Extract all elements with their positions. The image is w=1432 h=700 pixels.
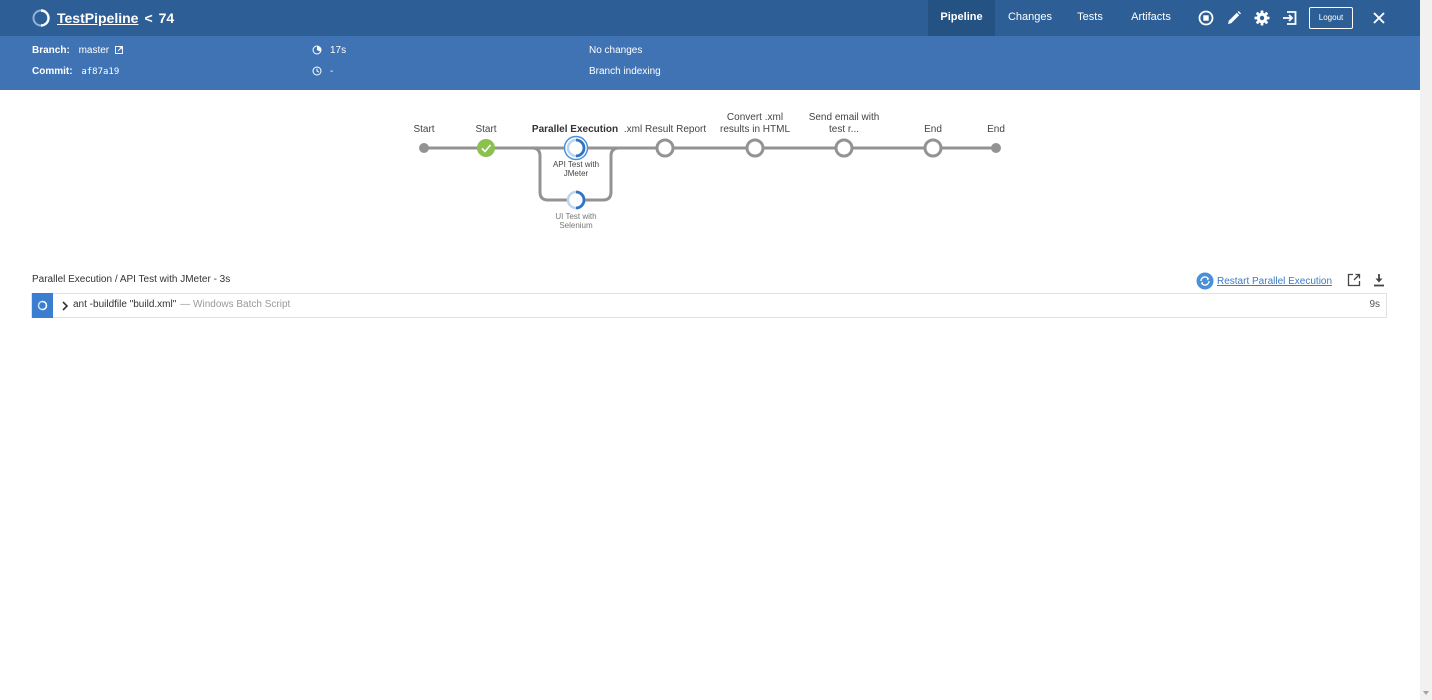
breadcrumb: TestPipeline < 74 — [32, 0, 174, 36]
stage-label-email-line1: Send email with — [808, 112, 880, 123]
top-bar: TestPipeline < 74 Pipeline Changes Tests… — [0, 0, 1420, 36]
run-info-bar: Branch: master Commit: af87a19 17s - No … — [0, 36, 1420, 90]
time-info: - — [312, 66, 333, 77]
branch-value-link[interactable]: master — [79, 45, 110, 56]
restart-stage-button[interactable]: Restart Parallel Execution — [1196, 272, 1332, 290]
page-scrollbar[interactable] — [1420, 0, 1432, 700]
scroll-down-arrow-icon[interactable] — [1422, 690, 1430, 696]
step-status-indicator — [32, 293, 53, 318]
stage-label-send-email[interactable]: Send email with test r... — [809, 112, 880, 136]
clock-icon — [312, 66, 322, 76]
stage-label-convert-line2: results in HTML — [719, 124, 791, 135]
stage-label-xml-report[interactable]: .xml Result Report — [624, 124, 706, 136]
run-number: 74 — [158, 10, 175, 26]
time-ago-value: - — [330, 66, 334, 77]
duration-value: 17s — [330, 45, 347, 56]
logout-button[interactable]: Logout — [1309, 7, 1353, 29]
stage-node-convert-html[interactable] — [745, 138, 765, 158]
chevron-right-icon[interactable] — [61, 301, 69, 311]
running-status-icon — [32, 9, 50, 27]
step-log-title: Parallel Execution / API Test with JMete… — [32, 274, 231, 285]
stage-node-final-end[interactable] — [991, 143, 1001, 153]
branch-label-ui-test[interactable]: UI Test with Selenium — [541, 212, 611, 230]
commit-value-link[interactable]: af87a19 — [81, 67, 119, 77]
stage-node-end[interactable] — [923, 138, 943, 158]
stop-icon[interactable] — [1197, 9, 1215, 27]
duration-info: 17s — [312, 45, 346, 56]
changes-info: No changes — [589, 45, 643, 56]
branch-label-ui-line2: Selenium — [559, 221, 593, 230]
stage-label-final-end: End — [987, 124, 1005, 135]
stage-label-convert-line1: Convert .xml — [726, 112, 784, 123]
duration-icon — [312, 45, 322, 55]
branch-info: Branch: master — [32, 45, 123, 56]
stage-node-api-test-running[interactable] — [563, 135, 589, 161]
stage-label-parallel-execution[interactable]: Parallel Execution — [532, 124, 618, 136]
tab-artifacts[interactable]: Artifacts — [1124, 0, 1178, 36]
exit-icon[interactable] — [1281, 9, 1299, 27]
branch-label: Branch: — [32, 45, 70, 56]
step-duration: 9s — [1369, 299, 1380, 310]
commit-label: Commit: — [32, 66, 73, 77]
step-text: ant -buildfile "build.xml" — Windows Batc… — [73, 299, 290, 310]
pipeline-graph: Start Start Parallel Execution .xml Resu… — [0, 90, 1420, 260]
step-command: ant -buildfile "build.xml" — [73, 299, 177, 310]
stage-node-send-email[interactable] — [834, 138, 854, 158]
stage-node-xml-report[interactable] — [655, 138, 675, 158]
commit-info: Commit: af87a19 — [32, 66, 119, 77]
stage-label-start-2[interactable]: Start — [475, 124, 496, 136]
stage-node-success[interactable] — [477, 139, 495, 157]
pipeline-graph-canvas — [419, 135, 1001, 210]
edit-icon[interactable] — [1225, 9, 1243, 27]
gear-icon[interactable] — [1253, 9, 1271, 27]
open-log-external-icon[interactable] — [1347, 273, 1361, 287]
close-icon[interactable] — [1370, 9, 1388, 27]
restart-icon — [1196, 272, 1214, 290]
branch-label-api-line2: JMeter — [563, 169, 589, 178]
step-description: — Windows Batch Script — [180, 299, 291, 310]
tab-pipeline[interactable]: Pipeline — [928, 0, 995, 36]
external-link-icon[interactable] — [114, 46, 123, 54]
branch-label-ui-line1: UI Test with — [555, 212, 597, 221]
tab-tests[interactable]: Tests — [1068, 0, 1112, 36]
running-step-icon — [37, 300, 48, 311]
breadcrumb-separator: < — [144, 10, 153, 26]
stage-label-convert-html[interactable]: Convert .xml results in HTML — [720, 112, 790, 136]
step-row[interactable]: ant -buildfile "build.xml" — Windows Batc… — [31, 293, 1387, 318]
stage-node-start[interactable] — [419, 143, 429, 153]
cause-info: Branch indexing — [589, 66, 661, 77]
stage-label-end[interactable]: End — [924, 124, 942, 136]
pipeline-name-link[interactable]: TestPipeline — [57, 10, 138, 26]
stage-node-ui-test-running[interactable] — [566, 190, 586, 210]
branch-label-api-test[interactable]: API Test with JMeter — [541, 160, 611, 178]
download-icon[interactable] — [1372, 273, 1386, 287]
stage-label-start: Start — [413, 124, 435, 135]
restart-stage-link[interactable]: Restart Parallel Execution — [1217, 276, 1332, 287]
stage-label-email-line2: test r... — [828, 124, 859, 135]
tab-changes[interactable]: Changes — [1004, 0, 1056, 36]
branch-label-api-line1: API Test with — [552, 160, 600, 169]
